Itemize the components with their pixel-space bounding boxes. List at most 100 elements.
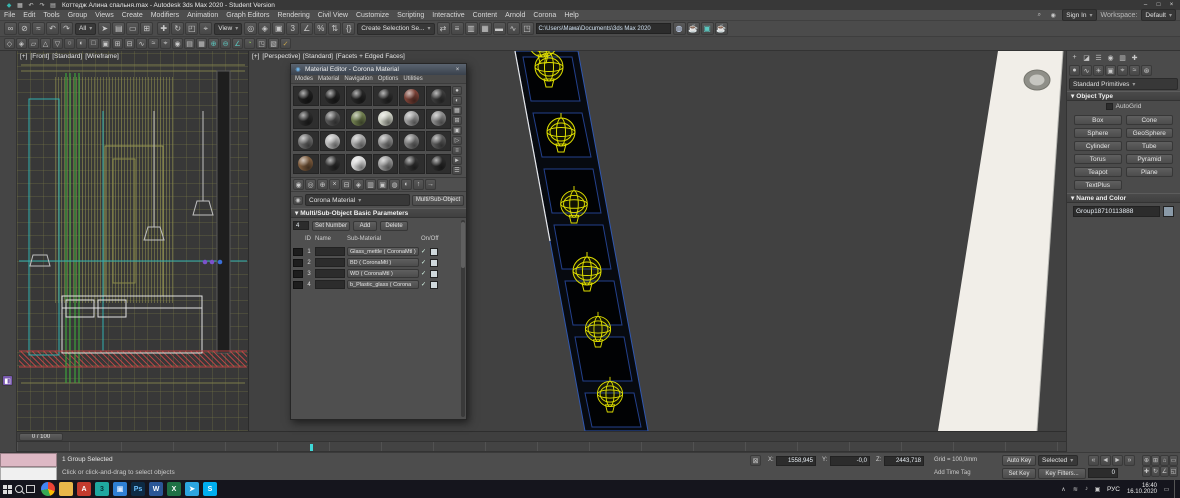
viewport-menu-plus[interactable]: [+] — [252, 53, 259, 60]
tray-shield-icon[interactable]: ▣ — [1093, 485, 1102, 494]
backlight-icon[interactable]: ◐ — [452, 96, 462, 105]
auto-key-button[interactable]: Auto Key — [1002, 455, 1036, 466]
select-and-scale-icon[interactable]: ◰ — [185, 22, 199, 35]
render-production-icon[interactable]: ☕ — [714, 22, 728, 35]
material-sample-slot[interactable] — [346, 131, 372, 151]
toolbar2-icon[interactable]: ▤ — [184, 38, 195, 49]
material-sample-slot[interactable] — [372, 131, 398, 151]
track-bar-marker[interactable] — [310, 444, 313, 451]
zoom-icon[interactable]: ⊕ — [1142, 455, 1151, 466]
autogrid-checkbox[interactable] — [1105, 103, 1113, 110]
get-material-icon[interactable]: ◉ — [293, 179, 304, 190]
material-editor-menu-item[interactable]: Options — [376, 76, 401, 82]
redo-icon[interactable]: ↷ — [37, 1, 47, 10]
select-and-rotate-icon[interactable]: ↻ — [171, 22, 185, 35]
taskbar-telegram-icon[interactable]: ➤ — [185, 482, 199, 496]
viewport-renderer-label[interactable]: [Standard] — [52, 53, 82, 60]
video-color-check-icon[interactable]: ▣ — [452, 126, 462, 135]
mirror-icon[interactable]: ⇄ — [436, 22, 450, 35]
viewport-shading-label[interactable]: [Facets + Edged Faces] — [336, 53, 405, 60]
material-editor-menu-item[interactable]: Modes — [293, 76, 315, 82]
front-viewport[interactable]: [+] [Front] [Standard] [Wireframe] — [17, 51, 249, 431]
save-icon[interactable]: ▦ — [15, 1, 25, 10]
toolbar2-icon[interactable]: ◈ — [16, 38, 27, 49]
zoom-region-icon[interactable]: ▭ — [1169, 455, 1178, 466]
sub-material-thumb[interactable] — [293, 258, 303, 267]
track-bar[interactable] — [17, 441, 1066, 452]
menu-item[interactable]: Scripting — [393, 10, 428, 20]
object-type-button[interactable]: Plane — [1125, 167, 1173, 177]
rectangular-selection-icon[interactable]: ▭ — [126, 22, 140, 35]
sub-material-name-field[interactable] — [315, 269, 345, 278]
toolbar2-icon[interactable]: ◉ — [172, 38, 183, 49]
menu-item[interactable]: Create — [118, 10, 147, 20]
zoom-extents-icon[interactable]: ⌂ — [1160, 455, 1169, 466]
sub-material-enable-checkbox[interactable]: ✓ — [421, 259, 428, 266]
named-selection-sets-dropdown[interactable]: Create Selection Se... — [357, 22, 435, 35]
start-button[interactable] — [3, 484, 12, 494]
sub-material-button[interactable]: Glass_mettle ( CoronaMtl ) — [347, 247, 419, 256]
material-sample-slot[interactable] — [293, 131, 319, 151]
material-sample-slot[interactable] — [399, 131, 425, 151]
menu-item[interactable]: Views — [91, 10, 118, 20]
delete-button[interactable]: Delete — [380, 220, 408, 231]
toolbar2-icon[interactable]: ⊖ — [220, 38, 231, 49]
toolbar2-icon[interactable]: ∿ — [136, 38, 147, 49]
3dsmax-logo-icon[interactable]: ◆ — [4, 1, 14, 10]
sub-material-color-swatch[interactable] — [430, 247, 438, 256]
material-sample-slot[interactable] — [293, 108, 319, 129]
toolbar2-icon[interactable]: ▱ — [28, 38, 39, 49]
sub-material-thumb[interactable] — [293, 269, 303, 278]
viewport-view-label[interactable]: [Perspective] — [262, 53, 300, 60]
reference-coordinate-dropdown[interactable]: View — [214, 22, 243, 35]
sample-type-icon[interactable]: ● — [452, 86, 462, 95]
material-editor-scrollbar[interactable] — [461, 220, 465, 417]
maxscript-listener-pane[interactable] — [0, 467, 57, 481]
material-map-navigator-icon[interactable]: ☰ — [452, 166, 462, 175]
material-sample-slot[interactable] — [425, 153, 451, 174]
sub-material-name-field[interactable] — [315, 258, 345, 267]
material-sample-slot[interactable] — [346, 153, 372, 174]
menu-item[interactable]: Help — [560, 10, 582, 20]
toolbar2-icon[interactable]: ▣ — [100, 38, 111, 49]
taskbar-excel-icon[interactable]: X — [167, 482, 181, 496]
material-type-button[interactable]: Multi/Sub-Object — [412, 194, 464, 206]
go-to-start-button[interactable]: « — [1088, 455, 1099, 466]
material-editor-menu-item[interactable]: Utilities — [401, 76, 424, 82]
show-end-result-icon[interactable]: ◐ — [401, 179, 412, 190]
sub-material-thumb[interactable] — [293, 247, 303, 256]
named-selection-sets-icon[interactable]: {} — [342, 22, 356, 35]
toolbar2-icon[interactable]: ⌖ — [160, 38, 171, 49]
select-by-name-icon[interactable]: ▤ — [112, 22, 126, 35]
tray-chevron-icon[interactable]: ∧ — [1059, 485, 1068, 494]
object-type-button[interactable]: Cone — [1125, 115, 1173, 125]
toolbar2-icon[interactable]: ▽ — [52, 38, 63, 49]
material-sample-slot[interactable] — [293, 153, 319, 174]
select-and-manipulate-icon[interactable]: ◈ — [258, 22, 272, 35]
hierarchy-tab-icon[interactable]: ☰ — [1093, 52, 1104, 63]
name-color-rollout-header[interactable]: ▾ Name and Color — [1067, 193, 1180, 203]
sub-material-color-swatch[interactable] — [430, 258, 438, 267]
systems-category-icon[interactable]: ⊛ — [1141, 65, 1152, 76]
selected-set-dropdown[interactable]: Selected — [1038, 455, 1078, 466]
material-sample-slot[interactable] — [372, 108, 398, 129]
z-coordinate-field[interactable]: 2443,718 — [884, 456, 924, 466]
tray-network-icon[interactable]: ≋ — [1071, 485, 1080, 494]
toolbar2-icon[interactable]: ⊟ — [124, 38, 135, 49]
material-editor-menu-item[interactable]: Material — [316, 76, 341, 82]
sample-uv-tiling-icon[interactable]: ⊞ — [452, 116, 462, 125]
material-sample-slot[interactable] — [372, 153, 398, 174]
taskbar-clock[interactable]: 16:40 16.10.2020 — [1125, 483, 1159, 496]
menu-item[interactable]: Interactive — [428, 10, 468, 20]
go-forward-icon[interactable]: → — [425, 179, 436, 190]
taskbar-chrome-icon[interactable] — [41, 482, 55, 496]
pan-icon[interactable]: ✚ — [1142, 466, 1151, 477]
curve-editor-icon[interactable]: ∿ — [506, 22, 520, 35]
add-time-tag-button[interactable]: Add Time Tag — [934, 470, 971, 476]
viewport-renderer-label[interactable]: [Standard] — [303, 53, 333, 60]
material-sample-slot[interactable] — [425, 131, 451, 151]
sub-material-count-field[interactable]: 4 — [293, 221, 309, 230]
toolbar2-icon[interactable]: △ — [40, 38, 51, 49]
material-sample-slot[interactable] — [399, 108, 425, 129]
assign-material-icon[interactable]: ⊕ — [317, 179, 328, 190]
